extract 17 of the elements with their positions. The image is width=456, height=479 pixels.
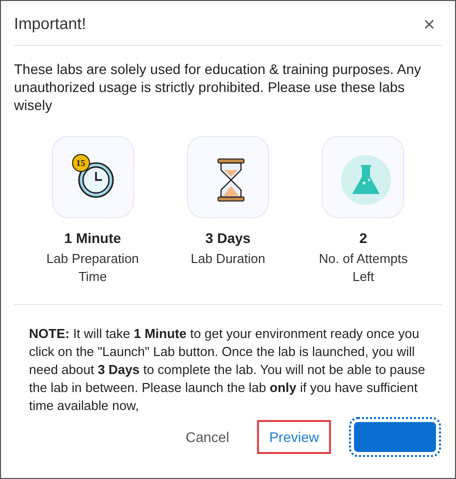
close-button[interactable]: ×: [419, 15, 439, 35]
cancel-button[interactable]: Cancel: [176, 421, 240, 453]
dialog-title: Important!: [14, 16, 86, 34]
stat-value: 2: [359, 230, 368, 246]
stat-label: Lab Preparation Time: [45, 250, 140, 286]
note-text: NOTE: It will take 1 Minute to get your environment ready once you click on the "Launch" Lab button. Once the lab is launched, you will need about 3 Days to complete the lab. You will not be able to pause the lab in between. Please launch the lab only if you have sufficient time available now,: [29, 325, 426, 415]
stat-value: 1 Minute: [64, 230, 122, 246]
hourglass-icon: [216, 158, 246, 202]
launch-button[interactable]: [349, 417, 441, 457]
intro-text: These labs are solely used for education & training purposes. Any unauthorized usage is strictly prohibited. Please use these labs wisely: [14, 60, 422, 114]
stat-label: Lab Duration: [190, 250, 266, 268]
stat-label: No. of Attempts Left: [318, 250, 409, 286]
flask-icon: [341, 155, 392, 205]
stat-value: 3 Days: [205, 230, 251, 246]
clock-icon: [78, 162, 114, 198]
count-badge: 15: [72, 154, 90, 172]
preview-button[interactable]: Preview: [257, 420, 331, 454]
